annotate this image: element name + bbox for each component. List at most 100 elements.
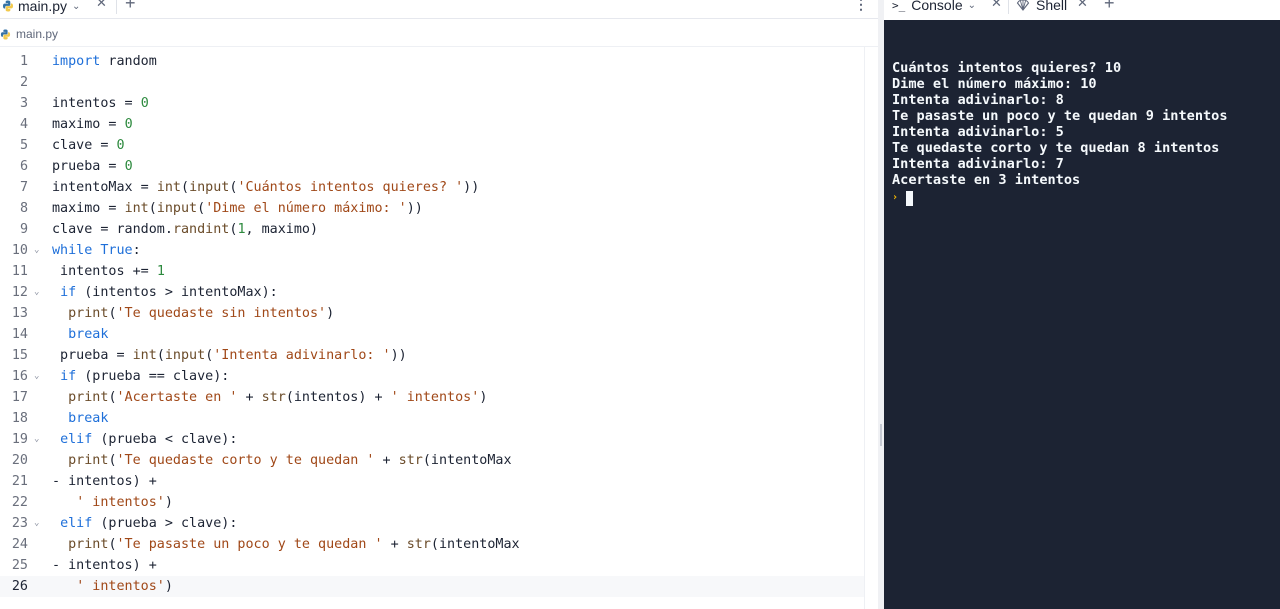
code-token: print (68, 537, 109, 552)
console-pane: >_ Console ⌄ ✕ Shell ✕ + Cuántos intento… (884, 0, 1280, 609)
code-line[interactable]: 15 prueba = int(input('Intenta adivinarl… (0, 345, 864, 366)
resize-grip[interactable] (880, 424, 882, 446)
code-line[interactable]: 8 maximo = int(input('Dime el número máxi… (0, 198, 864, 219)
code-text: - intentos) + (52, 555, 157, 576)
code-token: if (60, 285, 77, 300)
console-output-line: Cuántos intentos quieres? 10 (892, 60, 1122, 76)
code-token: str (406, 537, 431, 552)
line-number: 23 (11, 516, 28, 531)
code-text: elif (prueba < clave): (52, 429, 237, 450)
code-text: clave = 0 (52, 135, 125, 156)
fold-chevron-icon[interactable]: ⌄ (34, 282, 39, 303)
console-output-line: Intenta adivinarlo: 7 (892, 156, 1064, 172)
code-line[interactable]: 1 import random (0, 51, 864, 72)
code-line[interactable]: 3 intentos = 0 (0, 93, 864, 114)
code-line[interactable]: 14 break (0, 324, 864, 345)
fold-chevron-icon[interactable]: ⌄ (34, 513, 39, 534)
code-token: input (156, 201, 198, 216)
code-line[interactable]: 12 ⌄ if (intentos > intentoMax): (0, 282, 864, 303)
tab-console-label: Console (911, 0, 963, 13)
line-number: 17 (11, 390, 28, 405)
code-token: while (52, 243, 93, 258)
terminal-prompt-icon: >_ (892, 0, 906, 12)
line-number: 13 (11, 306, 28, 321)
line-number: 20 (11, 453, 28, 468)
console-output-line: Dime el número máximo: 10 (892, 76, 1097, 92)
close-tab-icon[interactable]: ✕ (96, 0, 107, 11)
code-line[interactable]: 5 clave = 0 (0, 135, 864, 156)
code-token: (prueba > clave): (92, 516, 238, 531)
line-number: 15 (11, 348, 28, 363)
add-tab-icon[interactable]: + (125, 0, 136, 14)
line-number: 2 (19, 75, 28, 90)
text-cursor (906, 190, 914, 206)
line-number: 21 (11, 474, 28, 489)
code-line[interactable]: 9 clave = random.randint(1, maximo) (0, 219, 864, 240)
code-line[interactable]: 7 intentoMax = int(input('Cuántos intento… (0, 177, 864, 198)
line-number: 8 (19, 201, 28, 216)
line-number: 9 (19, 222, 28, 237)
code-line[interactable]: 20 print('Te quedaste corto y te quedan … (0, 450, 864, 471)
code-token: print (68, 306, 109, 321)
code-token: ( (108, 453, 117, 468)
shell-icon (1016, 0, 1030, 11)
fold-chevron-icon[interactable]: ⌄ (34, 240, 39, 261)
more-options-icon[interactable]: ⋮ (854, 0, 868, 13)
tab-main-py[interactable]: main.py ⌄ (0, 0, 80, 17)
code-token: ( (181, 180, 190, 195)
chevron-down-icon[interactable]: ⌄ (72, 1, 80, 12)
code-line[interactable]: 6 prueba = 0 (0, 156, 864, 177)
code-line[interactable]: 4 maximo = 0 (0, 114, 864, 135)
code-text: if (intentos > intentoMax): (52, 282, 278, 303)
code-line[interactable]: 23 ⌄ elif (prueba > clave): (0, 513, 864, 534)
code-line[interactable]: 16 ⌄ if (prueba == clave): (0, 366, 864, 387)
code-token: 0 (124, 117, 133, 132)
code-token: 'Cuántos intentos quieres? ' (237, 180, 464, 195)
code-line[interactable]: 21 - intentos) + (0, 471, 864, 492)
code-editor[interactable]: 1 import random 2 3 intentos = 0 4 maximo = 05… (0, 51, 864, 597)
console-prompt[interactable]: › (892, 190, 1228, 206)
code-token: randint (172, 222, 230, 237)
editor-scrollbar[interactable] (864, 47, 877, 609)
breadcrumb[interactable]: main.py (0, 26, 58, 42)
code-line[interactable]: 22 ' intentos') (0, 492, 864, 513)
code-text: clave = random.randint(1, maximo) (52, 219, 318, 240)
console-output[interactable]: Cuántos intentos quieres? 10 Dime el núme… (892, 28, 1228, 238)
code-token: clave = (52, 138, 117, 153)
console-output-line: Te quedaste corto y te quedan 8 intentos (892, 140, 1220, 156)
chevron-down-icon[interactable]: ⌄ (968, 0, 976, 11)
code-line[interactable]: 25 - intentos) + (0, 555, 864, 576)
code-line[interactable]: 2 (0, 72, 864, 93)
fold-chevron-icon[interactable]: ⌄ (34, 366, 39, 387)
tab-console[interactable]: >_ Console ⌄ (892, 0, 976, 15)
code-line[interactable]: 26 ' intentos') (0, 576, 864, 597)
code-line[interactable]: 17 print('Acertaste en ' + str(intentos)… (0, 387, 864, 408)
code-line[interactable]: 10 ⌄ while True: (0, 240, 864, 261)
line-number: 26 (11, 579, 28, 594)
code-line[interactable]: 19 ⌄ elif (prueba < clave): (0, 429, 864, 450)
prompt-arrow-icon: › (892, 192, 899, 203)
code-token: prueba = (52, 159, 125, 174)
code-line[interactable]: 18 break (0, 408, 864, 429)
code-line[interactable]: 24 print('Te pasaste un poco y te quedan… (0, 534, 864, 555)
code-token: (intentoMax (430, 537, 520, 552)
fold-chevron-icon[interactable]: ⌄ (34, 429, 39, 450)
code-token: clave = random. (52, 222, 173, 237)
code-line[interactable]: 13 print('Te quedaste sin intentos') (0, 303, 864, 324)
line-number: 7 (19, 180, 28, 195)
console-output-line: Intenta adivinarlo: 8 (892, 92, 1064, 108)
close-shell-tab-icon[interactable]: ✕ (1077, 0, 1088, 11)
code-token: 0 (124, 159, 133, 174)
code-token: ' intentos' (76, 579, 165, 594)
add-tab-icon[interactable]: + (1104, 0, 1115, 14)
line-number: 22 (11, 495, 28, 510)
code-token: + (382, 537, 407, 552)
code-text: intentos += 1 (52, 261, 165, 282)
code-token: import (52, 54, 101, 69)
tab-shell[interactable]: Shell (1016, 0, 1067, 15)
close-console-tab-icon[interactable]: ✕ (991, 0, 1002, 11)
code-line[interactable]: 11 intentos += 1 (0, 261, 864, 282)
